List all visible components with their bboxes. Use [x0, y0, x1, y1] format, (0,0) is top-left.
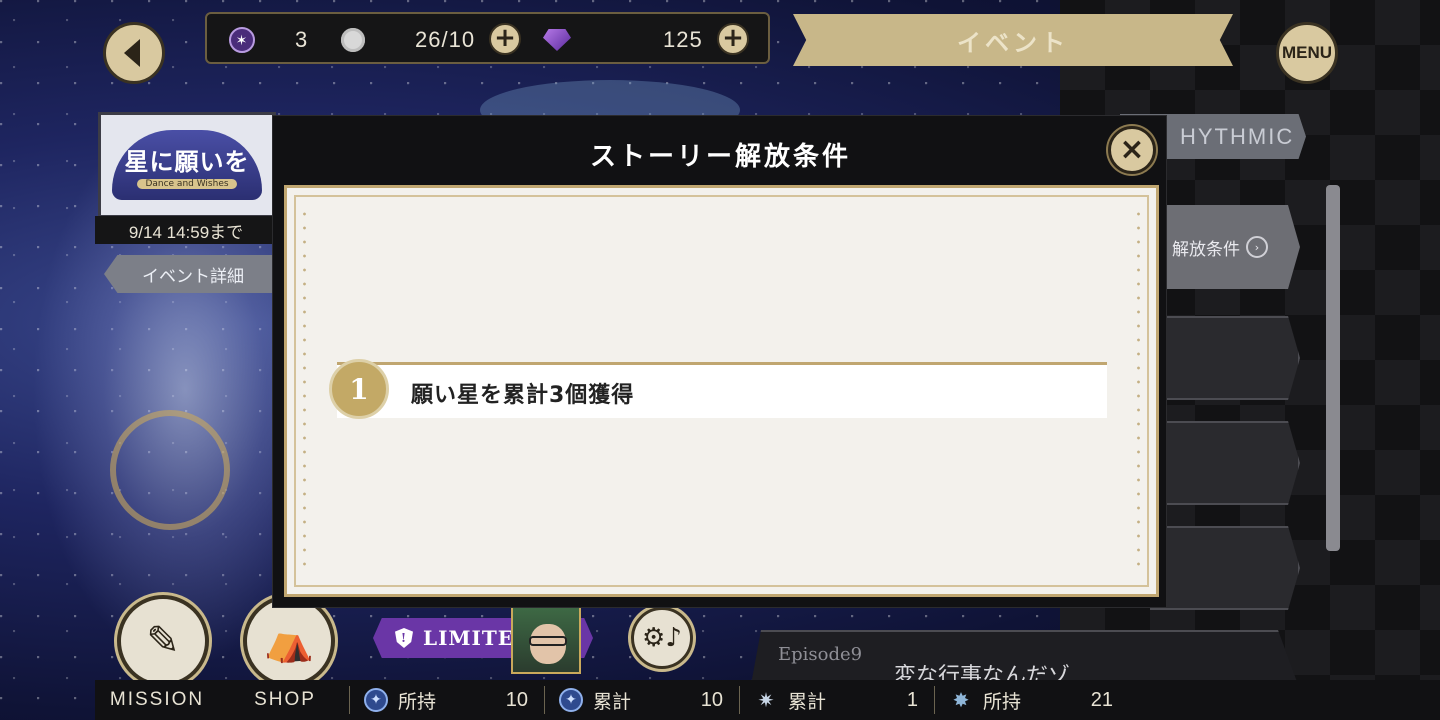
- condition-text: 願い星を累計3個獲得: [411, 383, 635, 408]
- event-banner: イベント: [793, 14, 1233, 66]
- resource-gem-value: 125: [663, 27, 703, 52]
- star-orb-icon: ✶: [229, 27, 255, 53]
- event-logo[interactable]: 星に願いを Dance and Wishes: [98, 112, 276, 218]
- resource-flower: 26/10: [341, 26, 475, 54]
- modal-title: ストーリー解放条件: [589, 142, 851, 172]
- add-gem-button[interactable]: +: [717, 23, 749, 55]
- chevron-right-icon: ›: [1246, 236, 1268, 258]
- stat-total-sparkle: ✷ 累計 1: [740, 680, 934, 720]
- stat-total-stars: ✦ 累計 10: [545, 680, 739, 720]
- story-list-item[interactable]: [1150, 526, 1300, 610]
- event-logo-emblem: 星に願いを Dance and Wishes: [112, 130, 262, 200]
- conditions-panel: 1 願い星を累計3個獲得: [284, 185, 1159, 597]
- sparkle-icon: ✷: [757, 688, 775, 712]
- story-unlock-modal: ストーリー解放条件 × 1 願い星を累計3個獲得: [272, 115, 1167, 608]
- flower-icon: [341, 28, 365, 52]
- gear-music-icon: ⚙♪: [642, 623, 682, 653]
- stat-value: 21: [1090, 688, 1113, 711]
- shop-button[interactable]: ⛺: [243, 595, 335, 687]
- close-button[interactable]: ×: [1108, 126, 1156, 174]
- shield-icon: !: [395, 628, 413, 648]
- notepad-icon: ✎: [146, 618, 180, 664]
- decorative-ring: [110, 410, 230, 530]
- avatar-glasses: [529, 636, 567, 646]
- blue-star-icon: ✦: [364, 688, 388, 712]
- unlock-conditions-label: 解放条件: [1172, 239, 1240, 260]
- resource-flower-value: 26/10: [415, 27, 476, 52]
- back-button[interactable]: [103, 22, 165, 84]
- add-flower-button[interactable]: +: [489, 23, 521, 55]
- event-end-date: 9/14 14:59まで: [95, 216, 277, 244]
- tent-icon: ⛺: [264, 618, 314, 665]
- gem-icon: [543, 29, 571, 51]
- mission-button[interactable]: ✎: [117, 595, 209, 687]
- stat-label: 累計: [593, 690, 632, 713]
- back-arrow-icon: [124, 39, 140, 67]
- event-logo-title: 星に願いを: [124, 146, 250, 176]
- stat-label: 所持: [983, 690, 1022, 713]
- stat-label: 累計: [788, 690, 827, 713]
- event-detail-button[interactable]: イベント詳細: [104, 255, 272, 293]
- condition-row: 1 願い星を累計3個獲得: [329, 359, 1107, 419]
- blue-star-icon: ✦: [559, 688, 583, 712]
- stat-value: 10: [505, 688, 528, 711]
- menu-button[interactable]: MENU: [1276, 22, 1338, 84]
- stat-label: 所持: [398, 690, 437, 713]
- stat-value: 1: [906, 688, 918, 711]
- mission-label: MISSION: [109, 689, 205, 710]
- unlock-conditions-tab[interactable]: 解放条件 ›: [1150, 205, 1300, 289]
- story-list-scrollbar[interactable]: [1326, 185, 1340, 551]
- bottom-bar: MISSION SHOP ✦ 所持 10 ✦ 累計 10 ✷ 累計 1 ✸ 所持…: [95, 680, 1440, 720]
- resource-star-orb-value: 3: [295, 27, 309, 52]
- resource-bar: ✶ 3 26/10 + 125 +: [205, 12, 770, 64]
- star-shard-icon: ✸: [952, 688, 970, 712]
- event-logo-subtitle: Dance and Wishes: [137, 178, 237, 189]
- stat-owned-shards: ✸ 所持 21: [935, 680, 1129, 720]
- shop-label: SHOP: [254, 689, 316, 710]
- stat-owned-stars: ✦ 所持 10: [350, 680, 544, 720]
- stat-value: 10: [700, 688, 723, 711]
- episode-tag: Episode9: [778, 644, 863, 665]
- story-list-item[interactable]: [1150, 316, 1300, 400]
- condition-number-badge: 1: [329, 359, 389, 419]
- story-list-item[interactable]: [1150, 421, 1300, 505]
- resource-gem: 125: [543, 26, 703, 54]
- music-settings-button[interactable]: ⚙♪: [631, 607, 693, 669]
- avatar[interactable]: [511, 604, 581, 674]
- resource-star-orb: ✶ 3: [229, 26, 308, 54]
- close-icon: ×: [1119, 132, 1145, 167]
